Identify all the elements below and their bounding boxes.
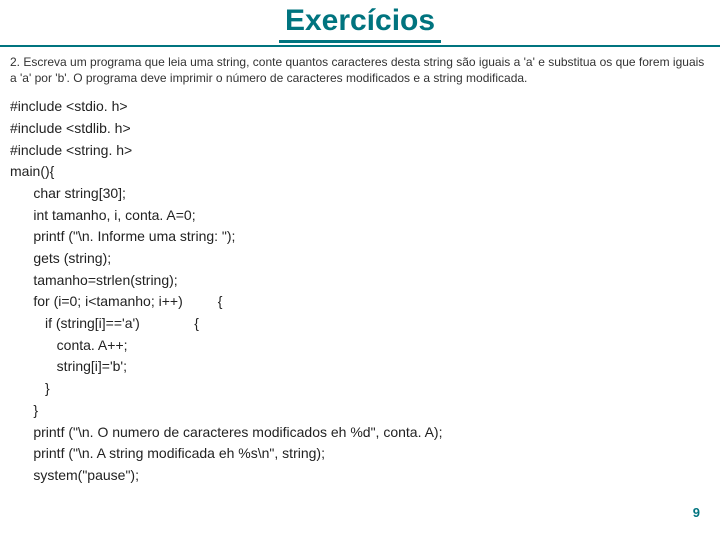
code-block: #include <stdio. h> #include <stdlib. h>… xyxy=(0,92,720,486)
page-title: Exercícios xyxy=(279,4,441,43)
title-wrap: Exercícios xyxy=(0,0,720,43)
exercise-description: 2. Escreva um programa que leia uma stri… xyxy=(0,47,720,92)
page-number: 9 xyxy=(693,505,700,520)
